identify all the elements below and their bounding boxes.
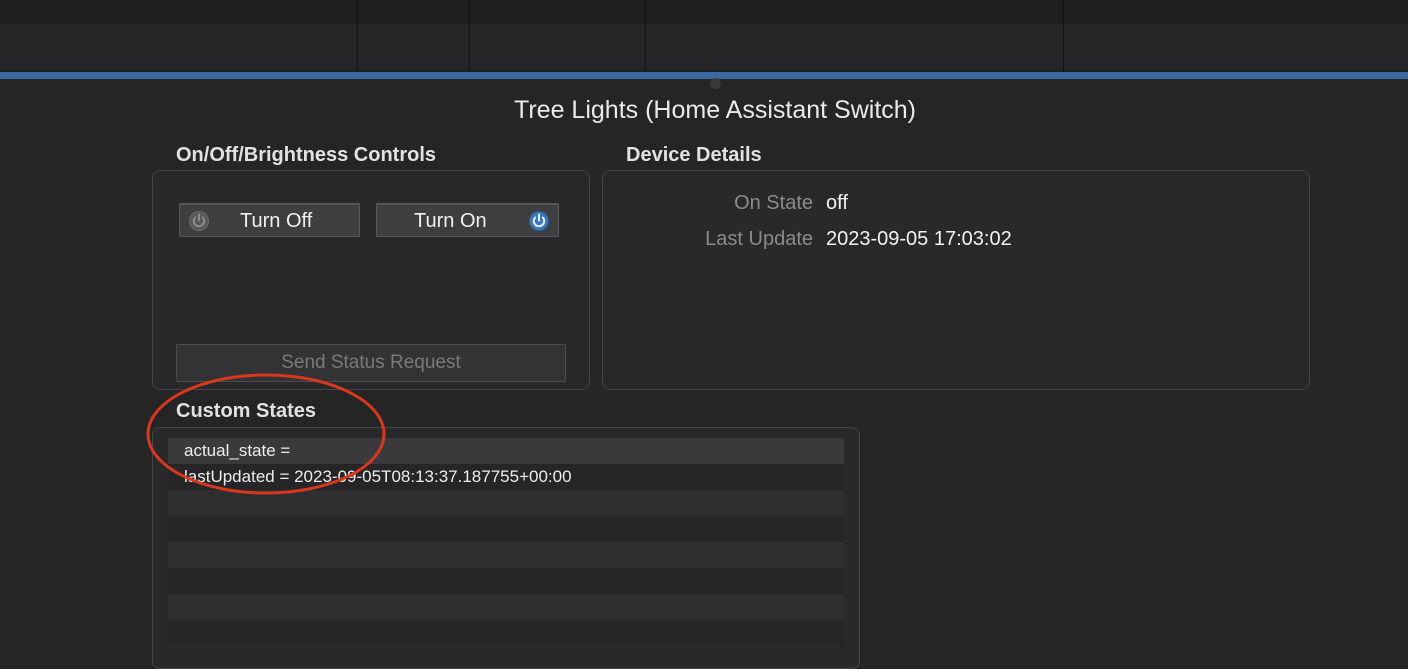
custom-states-label: Custom States [176, 400, 317, 422]
column-divider [357, 0, 358, 72]
turn-on-button[interactable]: Turn On [376, 203, 559, 237]
last-update-value: 2023-09-05 17:03:02 [826, 228, 1012, 250]
list-item[interactable] [168, 594, 844, 620]
on-state-value: off [826, 192, 848, 214]
turn-on-label: Turn On [414, 210, 487, 232]
custom-states-list[interactable]: actual_state = lastUpdated = 2023-09-05T… [168, 438, 844, 650]
column-divider [1063, 0, 1064, 72]
selected-row-highlight[interactable] [0, 72, 1408, 79]
column-divider [645, 0, 646, 72]
turn-off-label: Turn Off [240, 210, 313, 232]
list-item[interactable]: actual_state = [168, 438, 844, 464]
details-group-label: Device Details [626, 144, 762, 166]
device-table[interactable] [0, 0, 1408, 72]
list-item[interactable] [168, 542, 844, 568]
column-divider [469, 0, 470, 72]
table-row[interactable] [0, 0, 1408, 24]
power-off-icon [189, 211, 209, 231]
on-state-label: On State [734, 192, 813, 214]
list-item[interactable] [168, 516, 844, 542]
list-item[interactable] [168, 490, 844, 516]
power-on-icon [529, 211, 549, 231]
table-row[interactable] [0, 24, 1408, 70]
list-item[interactable] [168, 568, 844, 594]
list-item[interactable]: lastUpdated = 2023-09-05T08:13:37.187755… [168, 464, 844, 490]
split-view-handle[interactable] [710, 78, 721, 89]
list-item[interactable] [168, 620, 844, 646]
send-status-request-button[interactable]: Send Status Request [176, 344, 566, 382]
turn-off-button[interactable]: Turn Off [179, 203, 360, 237]
controls-group-label: On/Off/Brightness Controls [176, 144, 436, 166]
device-title: Tree Lights (Home Assistant Switch) [514, 96, 916, 124]
last-update-label: Last Update [705, 228, 813, 250]
